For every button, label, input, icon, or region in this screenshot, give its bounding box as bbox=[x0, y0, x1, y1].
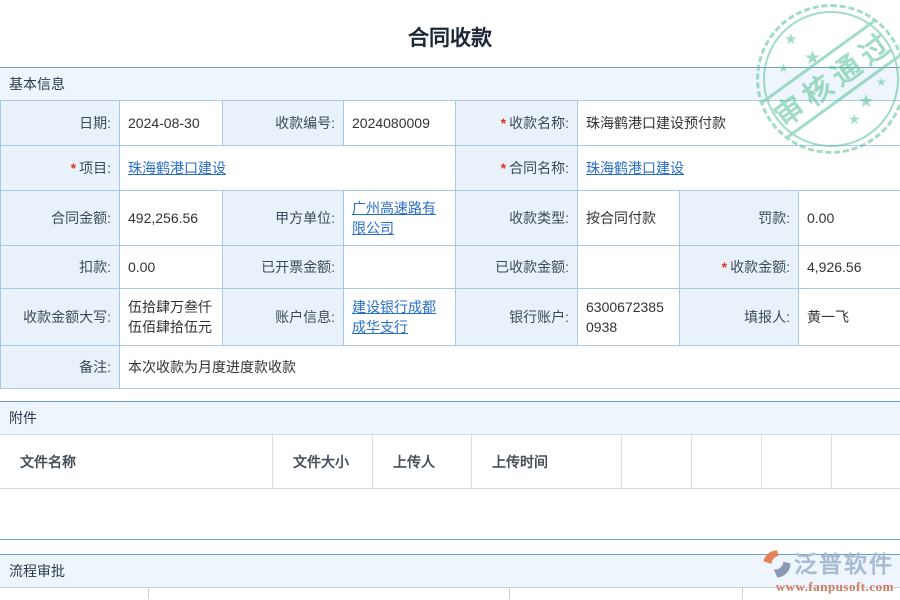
contract-name-label: *合同名称: bbox=[456, 146, 578, 191]
form-row: 合同金额: 492,256.56 甲方单位: 广州高速路有限公司 收款类型: 按… bbox=[1, 191, 900, 246]
section-gap bbox=[0, 389, 900, 401]
preparer-value: 黄一飞 bbox=[799, 289, 900, 346]
account-info-label: 账户信息: bbox=[223, 289, 344, 346]
date-label: 日期: bbox=[1, 101, 120, 146]
invoiced-amount-value bbox=[344, 246, 456, 289]
project-link[interactable]: 珠海鹤港口建设 bbox=[128, 160, 226, 176]
attachment-header-empty-cell bbox=[622, 435, 692, 488]
attachment-col-upload-time: 上传时间 bbox=[472, 435, 622, 488]
attachment-header-empty-cell bbox=[832, 435, 900, 488]
fanpu-logo-icon bbox=[762, 549, 792, 579]
attachment-header-empty-cell bbox=[762, 435, 832, 488]
attachment-header-empty-cell bbox=[692, 435, 762, 488]
received-amount-value bbox=[578, 246, 680, 289]
received-amount-label: 已收款金额: bbox=[456, 246, 578, 289]
preparer-label: 填报人: bbox=[680, 289, 799, 346]
account-info-link[interactable]: 建设银行成都成华支行 bbox=[352, 299, 436, 335]
section-basic-info-header: 基本信息 bbox=[0, 67, 900, 100]
fanpu-logo: 泛普软件 www.fanpusoft.com bbox=[762, 549, 894, 593]
deduction-value: 0.00 bbox=[120, 246, 223, 289]
deduction-label: 扣款: bbox=[1, 246, 120, 289]
section-attachments-header: 附件 bbox=[0, 401, 900, 435]
receipt-name-label: *收款名称: bbox=[456, 101, 578, 146]
date-value: 2024-08-30 bbox=[120, 101, 223, 146]
attachment-col-file-size: 文件大小 bbox=[273, 435, 373, 488]
contract-name-link[interactable]: 珠海鹤港口建设 bbox=[586, 160, 684, 176]
fanpu-logo-text: 泛普软件 bbox=[794, 553, 894, 576]
remarks-label: 备注: bbox=[1, 346, 120, 389]
remarks-value: 本次收款为月度进度款收款 bbox=[120, 346, 900, 389]
attachments-empty-list bbox=[0, 489, 900, 540]
form-row: 扣款: 0.00 已开票金额: 已收款金额: *收款金额: 4,926.56 bbox=[1, 246, 900, 289]
receipt-type-value: 按合同付款 bbox=[578, 191, 680, 246]
party-a-value: 广州高速路有限公司 bbox=[344, 191, 456, 246]
approval-table-stub-cell bbox=[0, 588, 149, 599]
receipt-no-value: 2024080009 bbox=[344, 101, 456, 146]
fanpu-logo-row: 泛普软件 bbox=[762, 549, 894, 579]
approval-table-stub-cell bbox=[510, 588, 743, 599]
contract-amount-label: 合同金额: bbox=[1, 191, 120, 246]
required-mark: * bbox=[722, 259, 727, 275]
page-title: 合同收款 bbox=[0, 0, 900, 67]
party-a-label: 甲方单位: bbox=[223, 191, 344, 246]
project-label: *项目: bbox=[1, 146, 120, 191]
receipt-no-label: 收款编号: bbox=[223, 101, 344, 146]
required-mark: * bbox=[501, 160, 506, 176]
party-a-link[interactable]: 广州高速路有限公司 bbox=[352, 200, 436, 236]
receipt-name-value: 珠海鹤港口建设预付款 bbox=[578, 101, 900, 146]
contract-amount-value: 492,256.56 bbox=[120, 191, 223, 246]
approval-table-stub-cell bbox=[149, 588, 510, 599]
penalty-value: 0.00 bbox=[799, 191, 900, 246]
contract-name-value: 珠海鹤港口建设 bbox=[578, 146, 900, 191]
receipt-amount-label: *收款金额: bbox=[680, 246, 799, 289]
bank-account-label: 银行账户: bbox=[456, 289, 578, 346]
receipt-type-label: 收款类型: bbox=[456, 191, 578, 246]
required-mark: * bbox=[71, 160, 76, 176]
invoiced-amount-label: 已开票金额: bbox=[223, 246, 344, 289]
bank-account-value: 63006723850938 bbox=[578, 289, 680, 346]
attachment-col-uploader: 上传人 bbox=[373, 435, 472, 488]
contract-receipt-page: 合同收款 审核通过 ★ ★ ★ ★ ★ ★ 基本信息 日期: 2024-08-3… bbox=[0, 0, 900, 600]
required-mark: * bbox=[501, 115, 506, 131]
amount-in-words-value: 伍拾肆万叁仟伍佰肆拾伍元 bbox=[120, 289, 223, 346]
basic-info-table: 日期: 2024-08-30 收款编号: 2024080009 *收款名称: 珠… bbox=[0, 100, 900, 389]
amount-in-words-label: 收款金额大写: bbox=[1, 289, 120, 346]
fanpu-logo-url: www.fanpusoft.com bbox=[762, 580, 894, 593]
attachments-header-row: 文件名称 文件大小 上传人 上传时间 bbox=[0, 435, 900, 489]
form-row: 备注: 本次收款为月度进度款收款 bbox=[1, 346, 900, 389]
form-row: 收款金额大写: 伍拾肆万叁仟伍佰肆拾伍元 账户信息: 建设银行成都成华支行 银行… bbox=[1, 289, 900, 346]
attachment-col-file-name: 文件名称 bbox=[0, 435, 273, 488]
project-value: 珠海鹤港口建设 bbox=[120, 146, 456, 191]
form-row: *项目: 珠海鹤港口建设 *合同名称: 珠海鹤港口建设 bbox=[1, 146, 900, 191]
penalty-label: 罚款: bbox=[680, 191, 799, 246]
form-row: 日期: 2024-08-30 收款编号: 2024080009 *收款名称: 珠… bbox=[1, 101, 900, 146]
receipt-amount-value: 4,926.56 bbox=[799, 246, 900, 289]
account-info-value: 建设银行成都成华支行 bbox=[344, 289, 456, 346]
